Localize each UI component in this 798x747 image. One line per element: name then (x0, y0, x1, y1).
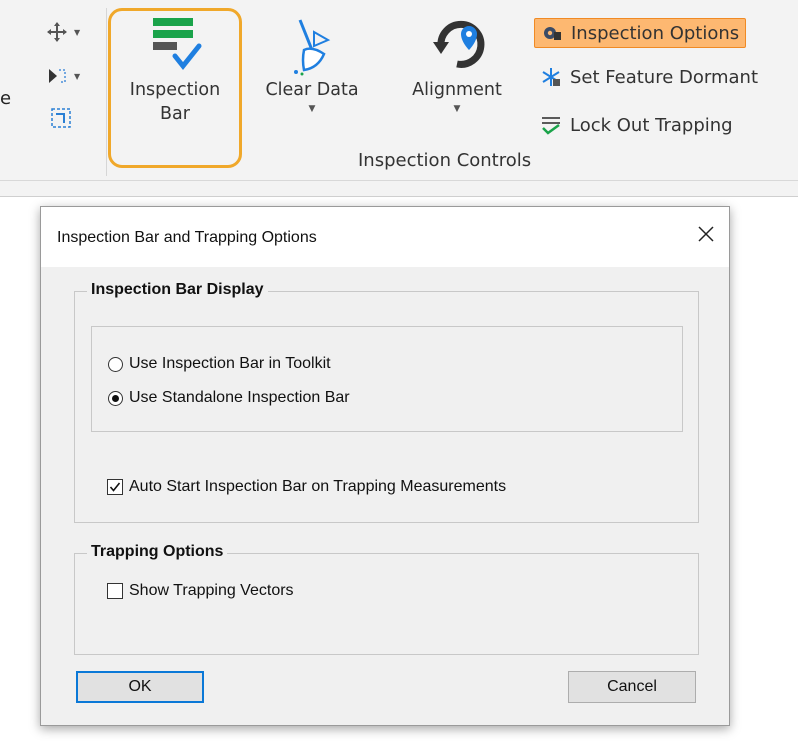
select-region-icon (51, 108, 71, 128)
inspection-bar-display-title: Inspection Bar Display (87, 281, 268, 299)
ribbon-separator (106, 8, 107, 176)
snowflake-icon (542, 68, 560, 86)
inspection-bar-label-1: Inspection (129, 80, 221, 100)
vector-tool-button[interactable]: ▼ (46, 64, 80, 88)
show-vectors-label: Show Trapping Vectors (129, 582, 294, 599)
lock-out-trapping-label: Lock Out Trapping (570, 114, 733, 136)
trapping-options-title: Trapping Options (87, 543, 228, 561)
auto-start-label: Auto Start Inspection Bar on Trapping Me… (129, 478, 507, 495)
broom-icon (294, 19, 331, 76)
dialog-titlebar[interactable]: Inspection Bar and Trapping Options (41, 207, 729, 267)
radio-standalone[interactable] (108, 390, 123, 406)
lock-out-trapping-button[interactable]: Lock Out Trapping (534, 110, 739, 140)
show-vectors-checkbox[interactable] (107, 583, 123, 599)
gear-info-icon (544, 27, 561, 40)
radio-standalone-option[interactable]: Use Standalone Inspection Bar (108, 389, 350, 407)
clear-data-button[interactable]: Clear Data ▼ (252, 6, 372, 116)
show-vectors-option[interactable]: Show Trapping Vectors (107, 582, 294, 600)
radio-toolkit[interactable] (108, 356, 123, 372)
inspection-controls-group-label: Inspection Controls (358, 150, 532, 171)
dialog-title: Inspection Bar and Trapping Options (57, 229, 317, 246)
radio-standalone-label: Use Standalone Inspection Bar (129, 389, 350, 406)
radio-toolkit-option[interactable]: Use Inspection Bar in Toolkit (108, 355, 331, 373)
set-feature-dormant-button[interactable]: Set Feature Dormant (534, 62, 764, 92)
auto-start-checkbox[interactable] (107, 479, 123, 495)
ribbon: e ▼ ▼ Inspection Bar Clear Data ▼ Alignm… (0, 0, 798, 180)
set-feature-dormant-label: Set Feature Dormant (570, 66, 759, 88)
inspection-bar-button[interactable]: Inspection Bar (112, 6, 238, 126)
alignment-button[interactable]: Alignment ▼ (396, 6, 518, 116)
chevron-down-icon: ▼ (308, 104, 316, 114)
checkmark-icon (109, 482, 121, 492)
ok-button[interactable]: OK (76, 671, 204, 703)
close-icon[interactable] (695, 223, 717, 245)
inspection-options-button[interactable]: Inspection Options (534, 18, 747, 48)
move-arrows-icon (47, 22, 67, 42)
alignment-label: Alignment (412, 80, 502, 100)
trapping-options-group: Trapping Options Show Trapping Vectors (74, 543, 699, 655)
lock-out-trapping-icon (542, 117, 560, 135)
inspection-options-label: Inspection Options (571, 22, 740, 44)
inspection-options-dialog: Inspection Bar and Trapping Options Insp… (40, 206, 730, 726)
vector-pointer-icon (49, 69, 66, 83)
auto-start-option[interactable]: Auto Start Inspection Bar on Trapping Me… (107, 478, 506, 496)
chevron-down-icon: ▼ (74, 71, 81, 81)
radio-selected-dot (112, 394, 119, 402)
inspection-bar-icon (153, 18, 202, 71)
alignment-icon (433, 20, 485, 68)
radio-toolkit-label: Use Inspection Bar in Toolkit (129, 355, 331, 372)
ribbon-cut-text: e (0, 88, 12, 109)
clear-data-label: Clear Data (265, 80, 359, 100)
ribbon-footer (0, 180, 798, 197)
display-mode-box: Use Inspection Bar in Toolkit Use Standa… (91, 326, 683, 432)
move-tool-button[interactable]: ▼ (46, 20, 80, 44)
cancel-button[interactable]: Cancel (568, 671, 696, 703)
chevron-down-icon: ▼ (74, 27, 81, 37)
chevron-down-icon: ▼ (453, 104, 461, 114)
select-region-button[interactable] (50, 106, 72, 130)
inspection-bar-label-2: Bar (160, 104, 190, 124)
inspection-bar-display-group: Inspection Bar Display Use Inspection Ba… (74, 281, 699, 523)
